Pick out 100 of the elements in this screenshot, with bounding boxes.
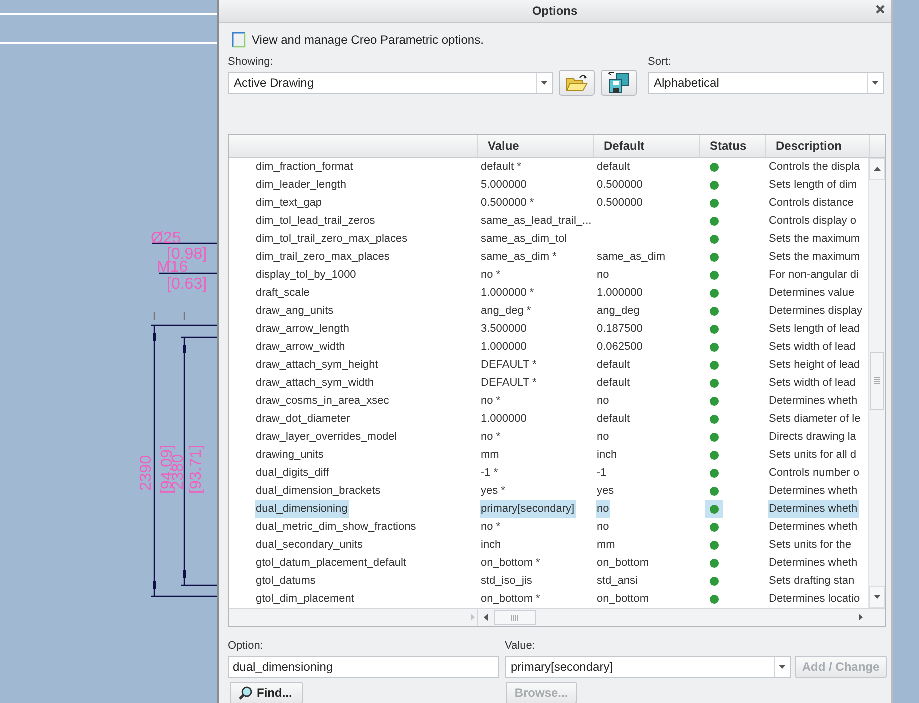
table-cell-text: -1 — [596, 466, 608, 481]
find-button[interactable]: Find... — [230, 682, 303, 703]
table-cell-text: draft_scale — [255, 286, 311, 301]
table-cell-text: Determines locatio — [768, 592, 862, 607]
scroll-left-icon[interactable] — [484, 614, 488, 621]
scroll-right-icon[interactable] — [859, 614, 863, 621]
options-icon — [232, 32, 246, 48]
table-cell-text: dim_fraction_format — [255, 160, 354, 175]
table-cell: dual_dimensioning — [255, 500, 349, 518]
table-cell-text: Controls the displa — [768, 160, 862, 175]
folder-icon — [566, 74, 588, 92]
table-cell-text: Sets drafting stan — [768, 574, 856, 589]
close-icon[interactable] — [876, 5, 885, 14]
table-cell: primary[secondary] — [480, 500, 576, 518]
table-cell-text: Sets length of dim — [768, 178, 858, 193]
table-cell-text: default — [596, 412, 632, 427]
table-cell-text: display_tol_by_1000 — [255, 268, 358, 283]
table-cell-text: dual_dimension_brackets — [255, 484, 382, 499]
table-cell-text: no — [596, 394, 610, 409]
table-cell-text: same_as_dim * — [480, 250, 558, 265]
value-dropdown[interactable]: primary[secondary] — [505, 656, 791, 678]
save-file-button[interactable] — [601, 70, 637, 96]
table-cell-text: gtol_datums — [255, 574, 317, 589]
table-cell-text: Sets width of lead — [768, 340, 857, 355]
table-cell-text: Determines value — [768, 286, 856, 301]
column-header[interactable]: Description — [765, 135, 869, 157]
table-cell-text: 0.062500 — [596, 340, 644, 355]
table-cell-text: dual_digits_diff — [255, 466, 330, 481]
column-header[interactable]: Status — [699, 135, 765, 157]
table-cell-text: 3.500000 — [480, 322, 528, 337]
sort-dropdown[interactable]: Alphabetical — [648, 72, 884, 94]
table-cell-text: dim_tol_lead_trail_zeros — [255, 214, 376, 229]
table-cell-text: Sets height of lead — [768, 358, 862, 373]
table-cell-text: DEFAULT * — [480, 376, 538, 391]
table-cell-text: Determines wheth — [768, 394, 859, 409]
table-cell-text: dim_leader_length — [255, 178, 348, 193]
search-icon — [239, 686, 253, 700]
table-cell-text: no — [596, 430, 610, 445]
table-cell-text: 0.500000 — [596, 196, 644, 211]
table-cell-text: default — [596, 160, 632, 175]
dimension-text: Ø25 — [151, 230, 182, 247]
table-cell-text: gtol_dim_placement — [255, 592, 356, 607]
table-cell-text: std_ansi — [596, 574, 639, 589]
showing-dropdown[interactable]: Active Drawing — [228, 72, 553, 94]
table-cell-text: Determines wheth — [768, 520, 859, 535]
open-file-button[interactable] — [559, 70, 595, 96]
table-cell-text: draw_attach_sym_width — [255, 376, 376, 391]
table-cell-text: Determines wheth — [768, 556, 859, 571]
table-cell-text: dim_trail_zero_max_places — [255, 250, 391, 265]
dimension-text: 2390 — [138, 455, 155, 491]
caret-icon — [541, 81, 548, 85]
table-cell-text: For non-angular di — [768, 268, 860, 283]
table-cell-text: Sets the maximum — [768, 250, 862, 265]
table-cell-text: same_as_lead_trail_... — [480, 214, 593, 229]
table-cell-text: default — [596, 358, 632, 373]
vertical-scrollbar[interactable] — [868, 158, 885, 608]
table-cell-text: no * — [480, 430, 502, 445]
caret-icon — [779, 665, 786, 669]
table-cell-text: ang_deg — [596, 304, 641, 319]
scroll-up-icon[interactable] — [874, 167, 881, 171]
table-cell-text: draw_arrow_length — [255, 322, 351, 337]
table-cell-text: default * — [480, 160, 522, 175]
intro-text: View and manage Creo Parametric options. — [252, 33, 484, 47]
table-cell-text: 1.000000 * — [480, 286, 536, 301]
save-icon — [608, 72, 630, 94]
table-cell-text: default — [596, 376, 632, 391]
table-cell-text: 5.000000 — [480, 178, 528, 193]
table-cell-text: ang_deg * — [480, 304, 532, 319]
table-cell-text: no * — [480, 394, 502, 409]
option-field[interactable]: dual_dimensioning — [228, 656, 499, 678]
grip-icon — [511, 614, 519, 620]
table-cell-text: dim_tol_trail_zero_max_places — [255, 232, 409, 247]
table-cell-text: no * — [480, 268, 502, 283]
table-cell-text: Sets diameter of le — [768, 412, 862, 427]
table-cell-text: draw_layer_overrides_model — [255, 430, 398, 445]
table-cell-text: same_as_dim_tol — [480, 232, 568, 247]
table-cell-text: Determines display — [768, 304, 864, 319]
table-cell-text: Sets the maximum — [768, 232, 862, 247]
dimension-text: [93.71] — [188, 445, 205, 494]
table-cell-text: on_bottom * — [480, 556, 542, 571]
field-label: Value: — [505, 640, 536, 652]
table-cell-text: dim_text_gap — [255, 196, 324, 211]
table-cell-text: draw_arrow_width — [255, 340, 346, 355]
table-cell-text: dual_metric_dim_show_fractions — [255, 520, 418, 535]
table-cell-text: mm — [596, 538, 616, 553]
field-label: Sort: — [648, 56, 672, 68]
table-cell-text: yes * — [480, 484, 506, 499]
column-header[interactable]: Default — [593, 135, 699, 157]
column-header[interactable]: Value — [477, 135, 593, 157]
table-cell-text: on_bottom — [596, 556, 650, 571]
window-title: Options — [532, 4, 578, 18]
table-cell-text: 1.000000 — [596, 286, 644, 301]
table-cell-text: on_bottom * — [480, 592, 542, 607]
scroll-down-icon[interactable] — [874, 595, 881, 599]
table-cell-text: same_as_dim — [596, 250, 666, 265]
table-cell: no — [596, 500, 610, 518]
table-cell-text: inch — [480, 538, 502, 553]
scroll-right-icon — [471, 614, 475, 621]
table-cell-text: on_bottom — [596, 592, 650, 607]
table-cell-text: draw_dot_diameter — [255, 412, 352, 427]
